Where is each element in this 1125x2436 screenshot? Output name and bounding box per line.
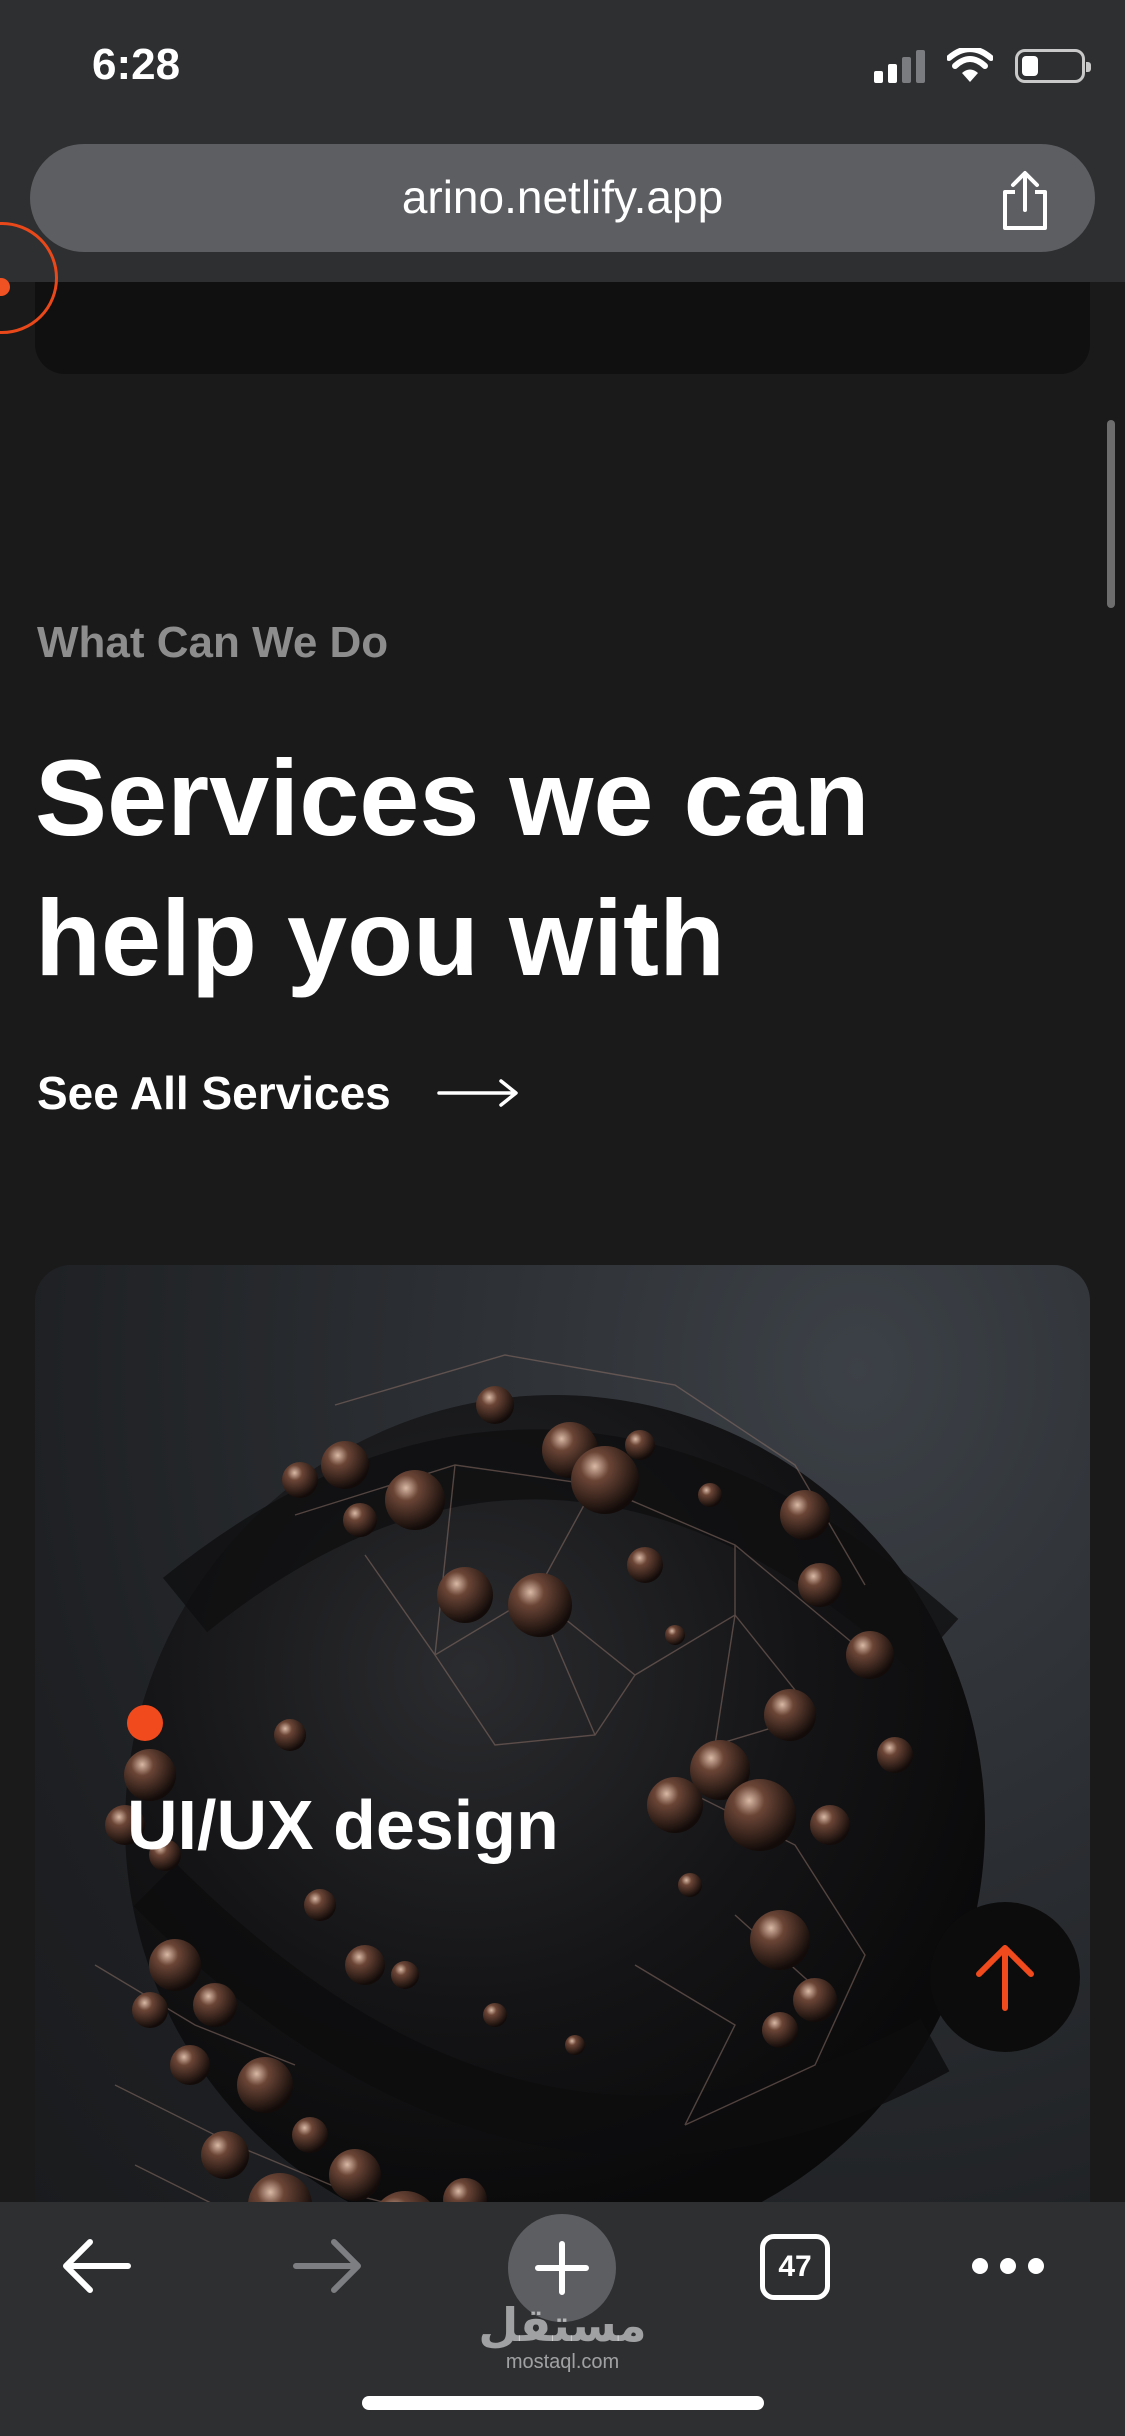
share-icon[interactable] — [997, 170, 1053, 232]
battery-icon — [1015, 49, 1091, 83]
scroll-to-top-button[interactable] — [930, 1902, 1080, 2052]
status-time: 6:28 — [92, 40, 181, 89]
tabs-button[interactable]: 47 — [760, 2234, 830, 2300]
previous-card — [35, 282, 1090, 374]
status-icons — [874, 48, 1091, 84]
section-headline: Services we can help you with — [35, 728, 1035, 1008]
address-bar[interactable]: arino.netlify.app — [30, 144, 1095, 252]
arrow-up-icon — [976, 1945, 1034, 2011]
plus-icon — [535, 2241, 589, 2295]
more-dots-icon[interactable] — [972, 2258, 1044, 2274]
back-arrow-icon[interactable] — [60, 2236, 132, 2296]
service-card-ui-ux[interactable]: UI/UX design — [35, 1265, 1090, 2305]
headline-line-2: help you with — [35, 877, 725, 998]
see-all-services-link[interactable]: See All Services — [37, 1066, 519, 1120]
home-indicator[interactable] — [362, 2396, 764, 2410]
forward-arrow-icon[interactable] — [292, 2236, 364, 2296]
arrow-right-icon — [437, 1079, 518, 1107]
service-accent-dot — [127, 1705, 163, 1741]
browser-top-chrome: 6:28 arino.netlify.app — [0, 0, 1125, 282]
page-scrollbar[interactable] — [1107, 420, 1115, 608]
watermark: مستقل mostaql.com — [0, 2300, 1125, 2374]
watermark-arabic: مستقل — [478, 2299, 647, 2351]
see-all-services-label[interactable]: See All Services — [37, 1066, 391, 1120]
watermark-latin: mostaql.com — [505, 2351, 620, 2373]
signal-icon — [874, 49, 925, 83]
service-title[interactable]: UI/UX design — [127, 1785, 559, 1865]
url-text[interactable]: arino.netlify.app — [30, 170, 1095, 224]
wifi-icon — [947, 48, 993, 82]
headline-line-1: Services we can — [35, 737, 870, 858]
section-eyebrow: What Can We Do — [37, 618, 389, 667]
